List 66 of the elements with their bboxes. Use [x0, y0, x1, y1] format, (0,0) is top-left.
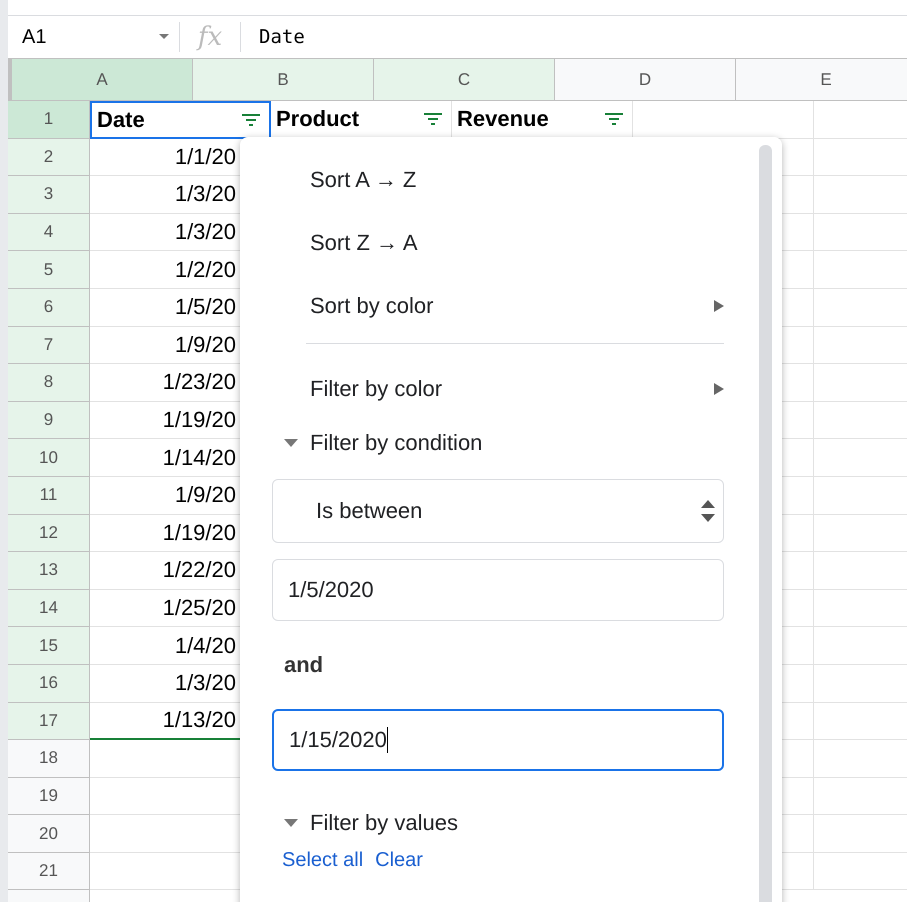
row-header[interactable]: 12	[8, 514, 90, 552]
date-text: 1/5/20	[174, 294, 236, 320]
scrollbar[interactable]	[759, 145, 772, 902]
formula-field[interactable]: Date	[241, 26, 305, 48]
filter-icon[interactable]	[423, 112, 443, 126]
date-text: 1/3/20	[174, 219, 236, 246]
row-header[interactable]: 16	[8, 664, 90, 702]
row-header[interactable]: 14	[8, 590, 90, 628]
column-header[interactable]: C	[374, 59, 555, 101]
fx-label: fx	[180, 22, 241, 52]
updown-icon	[701, 500, 715, 522]
link[interactable]: Clear	[375, 849, 423, 872]
column-header[interactable]: E	[736, 59, 907, 101]
row-header[interactable]: 11	[8, 476, 90, 515]
column-header[interactable]: D	[555, 59, 736, 101]
row-header[interactable]: 9	[8, 402, 90, 440]
section-toggle[interactable]: Filter by condition	[272, 423, 724, 463]
date-text: 1/4/20	[174, 632, 236, 659]
row-header[interactable]: 15	[8, 627, 90, 665]
filter-icon[interactable]	[604, 112, 624, 126]
row-header[interactable]: 21	[8, 852, 90, 890]
date-text: 1/14/20	[162, 444, 236, 471]
input-field[interactable]: 1/15/2020	[272, 709, 724, 771]
date-text: 1/22/20	[162, 557, 236, 584]
menu-item[interactable]: Sort Z → A	[272, 211, 724, 274]
header-text: Revenue	[457, 106, 549, 132]
row-header[interactable]: 2	[8, 138, 90, 176]
date-text: 1/23/20	[162, 369, 236, 396]
condition-dropdown[interactable]: Is between	[272, 479, 724, 543]
row-header[interactable]: 4	[8, 214, 90, 252]
and-label: and	[283, 651, 324, 679]
row-header[interactable]: 8	[8, 364, 90, 402]
date-text: 1/9/20	[174, 332, 236, 358]
row-header[interactable]: 1	[8, 101, 90, 139]
date-text: 1/19/20	[162, 520, 236, 546]
input-field[interactable]: 1/5/2020	[272, 559, 724, 621]
date-text: 1/25/20	[162, 595, 236, 622]
row-header[interactable]: 5	[8, 251, 90, 289]
row-header[interactable]: 10	[8, 439, 90, 477]
filter-icon[interactable]	[241, 112, 261, 127]
row-header[interactable]: 7	[8, 326, 90, 364]
menu-item[interactable]: Filter by color	[272, 357, 724, 420]
row-header[interactable]: 19	[8, 778, 90, 816]
link[interactable]: Select all	[282, 849, 364, 872]
row-header[interactable]: 17	[8, 702, 90, 740]
column-header[interactable]: B	[193, 59, 374, 101]
header-text: Product	[276, 106, 360, 132]
menu-item[interactable]: Sort A → Z	[272, 148, 724, 211]
date-text: 1/19/20	[162, 407, 236, 434]
row-header[interactable]: 20	[8, 815, 90, 853]
date-text: 1/2/20	[174, 256, 236, 283]
name-box[interactable]: A1	[8, 22, 180, 52]
date-text: 1/9/20	[174, 482, 236, 508]
row-header[interactable]: 3	[8, 176, 90, 214]
date-text: 1/13/20	[162, 707, 236, 734]
row-header[interactable]: 6	[8, 288, 90, 327]
date-text: 1/1/20	[174, 144, 236, 170]
header-text: Date	[97, 106, 145, 133]
row-header[interactable]: 18	[8, 740, 90, 778]
caret-icon	[159, 34, 169, 40]
column-header[interactable]: A	[12, 59, 193, 101]
date-text: 1/3/20	[174, 670, 236, 696]
date-text: 1/3/20	[174, 181, 236, 208]
section-toggle[interactable]: Filter by values	[272, 803, 724, 843]
menu-item[interactable]: Sort by color	[272, 274, 724, 337]
row-header[interactable]: 13	[8, 552, 90, 590]
